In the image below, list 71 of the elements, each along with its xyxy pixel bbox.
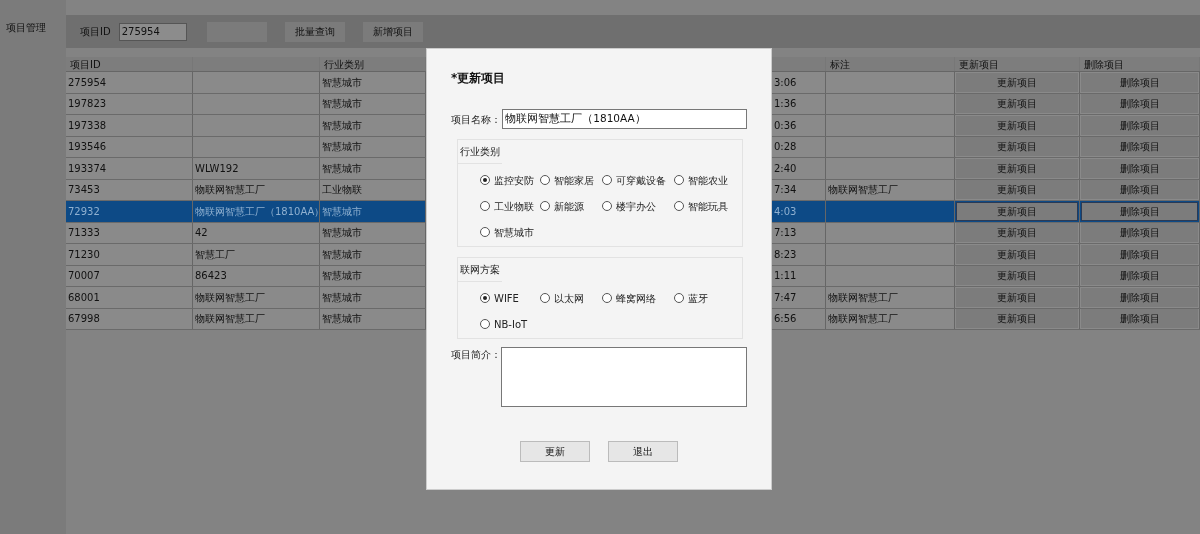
column-header: 标注 bbox=[830, 57, 850, 72]
table-cell-text: 智慧城市 bbox=[322, 247, 362, 262]
radio-label: 蜂窝网络 bbox=[616, 291, 656, 306]
table-cell-text: 67998 bbox=[68, 312, 100, 327]
table-cell-text: WLW192 bbox=[195, 161, 239, 176]
radio-label: 智慧城市 bbox=[494, 225, 534, 240]
radio-label: 监控安防 bbox=[494, 173, 534, 188]
table-cell-text: 2:40 bbox=[774, 161, 797, 176]
table-cell-text: 193374 bbox=[68, 161, 107, 176]
id-label: 项目ID bbox=[80, 25, 111, 39]
table-cell-text: 智慧城市 bbox=[322, 118, 362, 133]
table-cell-text: 4:03 bbox=[774, 204, 797, 219]
table-cell-text: 7:13 bbox=[774, 226, 797, 241]
table-cell-text: 智慧城市 bbox=[322, 290, 362, 305]
group-title: 行业类别 bbox=[458, 140, 502, 164]
table-cell-text: 智慧城市 bbox=[322, 161, 362, 176]
table-cell-text: 物联网智慧工厂 bbox=[195, 183, 265, 198]
radio-label: 工业物联 bbox=[494, 199, 534, 214]
table-cell-text: 42 bbox=[195, 226, 208, 241]
table-cell-text: 智慧城市 bbox=[322, 226, 362, 241]
table-cell-text: 0:36 bbox=[774, 118, 797, 133]
intro-label: 项目简介： bbox=[451, 348, 502, 362]
table-cell-text: 1:11 bbox=[774, 269, 797, 284]
table-cell-text: 智慧城市 bbox=[322, 97, 362, 112]
table-cell-text: 68001 bbox=[68, 290, 100, 305]
table-cell-text: 275954 bbox=[68, 75, 107, 90]
table-cell-text: 7:34 bbox=[774, 183, 797, 198]
radio-label: 蓝牙 bbox=[688, 291, 708, 306]
table-cell-text: 工业物联 bbox=[322, 183, 362, 198]
column-header: 更新项目 bbox=[959, 57, 999, 72]
radio-label: 智能家居 bbox=[554, 173, 594, 188]
table-cell-text: 智慧城市 bbox=[322, 269, 362, 284]
table-cell-text: 71333 bbox=[68, 226, 100, 241]
table-cell-text: 智慧城市 bbox=[322, 204, 362, 219]
table-cell-text: 智慧工厂 bbox=[195, 247, 235, 262]
table-cell-text: 智慧城市 bbox=[322, 140, 362, 155]
radio-label: NB-IoT bbox=[494, 317, 528, 332]
table-cell-text: 70007 bbox=[68, 269, 100, 284]
table-cell-text: 193546 bbox=[68, 140, 107, 155]
column-header: 删除项目 bbox=[1084, 57, 1124, 72]
column-header: 项目ID bbox=[70, 57, 101, 72]
table-cell-text: 7:47 bbox=[774, 290, 797, 305]
table-cell-text: 71230 bbox=[68, 247, 100, 262]
table-cell-text: 3:06 bbox=[774, 75, 797, 90]
radio-label: 智能玩具 bbox=[688, 199, 728, 214]
table-cell-text: 86423 bbox=[195, 269, 227, 284]
table-cell-text: 物联网智慧工厂 bbox=[828, 183, 898, 198]
radio-label: 可穿戴设备 bbox=[616, 173, 666, 188]
name-label: 项目名称： bbox=[451, 112, 502, 127]
table-cell-text: 物联网智慧工厂 bbox=[195, 312, 265, 327]
table-cell-text: 8:23 bbox=[774, 247, 797, 262]
column-header: 行业类别 bbox=[324, 57, 364, 72]
radio-label: 以太网 bbox=[554, 291, 584, 306]
radio-label: 新能源 bbox=[554, 199, 584, 214]
dialog-title: *更新项目 bbox=[451, 70, 507, 87]
group-title: 联网方案 bbox=[458, 258, 502, 282]
radio-label: 智能农业 bbox=[688, 173, 728, 188]
table-cell-text: 73453 bbox=[68, 183, 100, 198]
table-cell-text: 1:36 bbox=[774, 97, 797, 112]
table-cell-text: 智慧城市 bbox=[322, 312, 362, 327]
table-cell-text: 智慧城市 bbox=[322, 75, 362, 90]
table-cell-text: 197338 bbox=[68, 118, 107, 133]
table-cell-text: 72932 bbox=[68, 204, 100, 219]
table-cell-text: 0:28 bbox=[774, 140, 797, 155]
table-cell-text: 物联网智慧工厂 bbox=[195, 290, 265, 305]
radio-label: WIFE bbox=[494, 291, 519, 306]
table-cell-text: 物联网智慧工厂 bbox=[828, 312, 898, 327]
table-cell-text: 6:56 bbox=[774, 312, 797, 327]
table-cell-text: 197823 bbox=[68, 97, 107, 112]
radio-label: 楼宇办公 bbox=[616, 199, 656, 214]
table-cell-text: 物联网智慧工厂 bbox=[828, 290, 898, 305]
